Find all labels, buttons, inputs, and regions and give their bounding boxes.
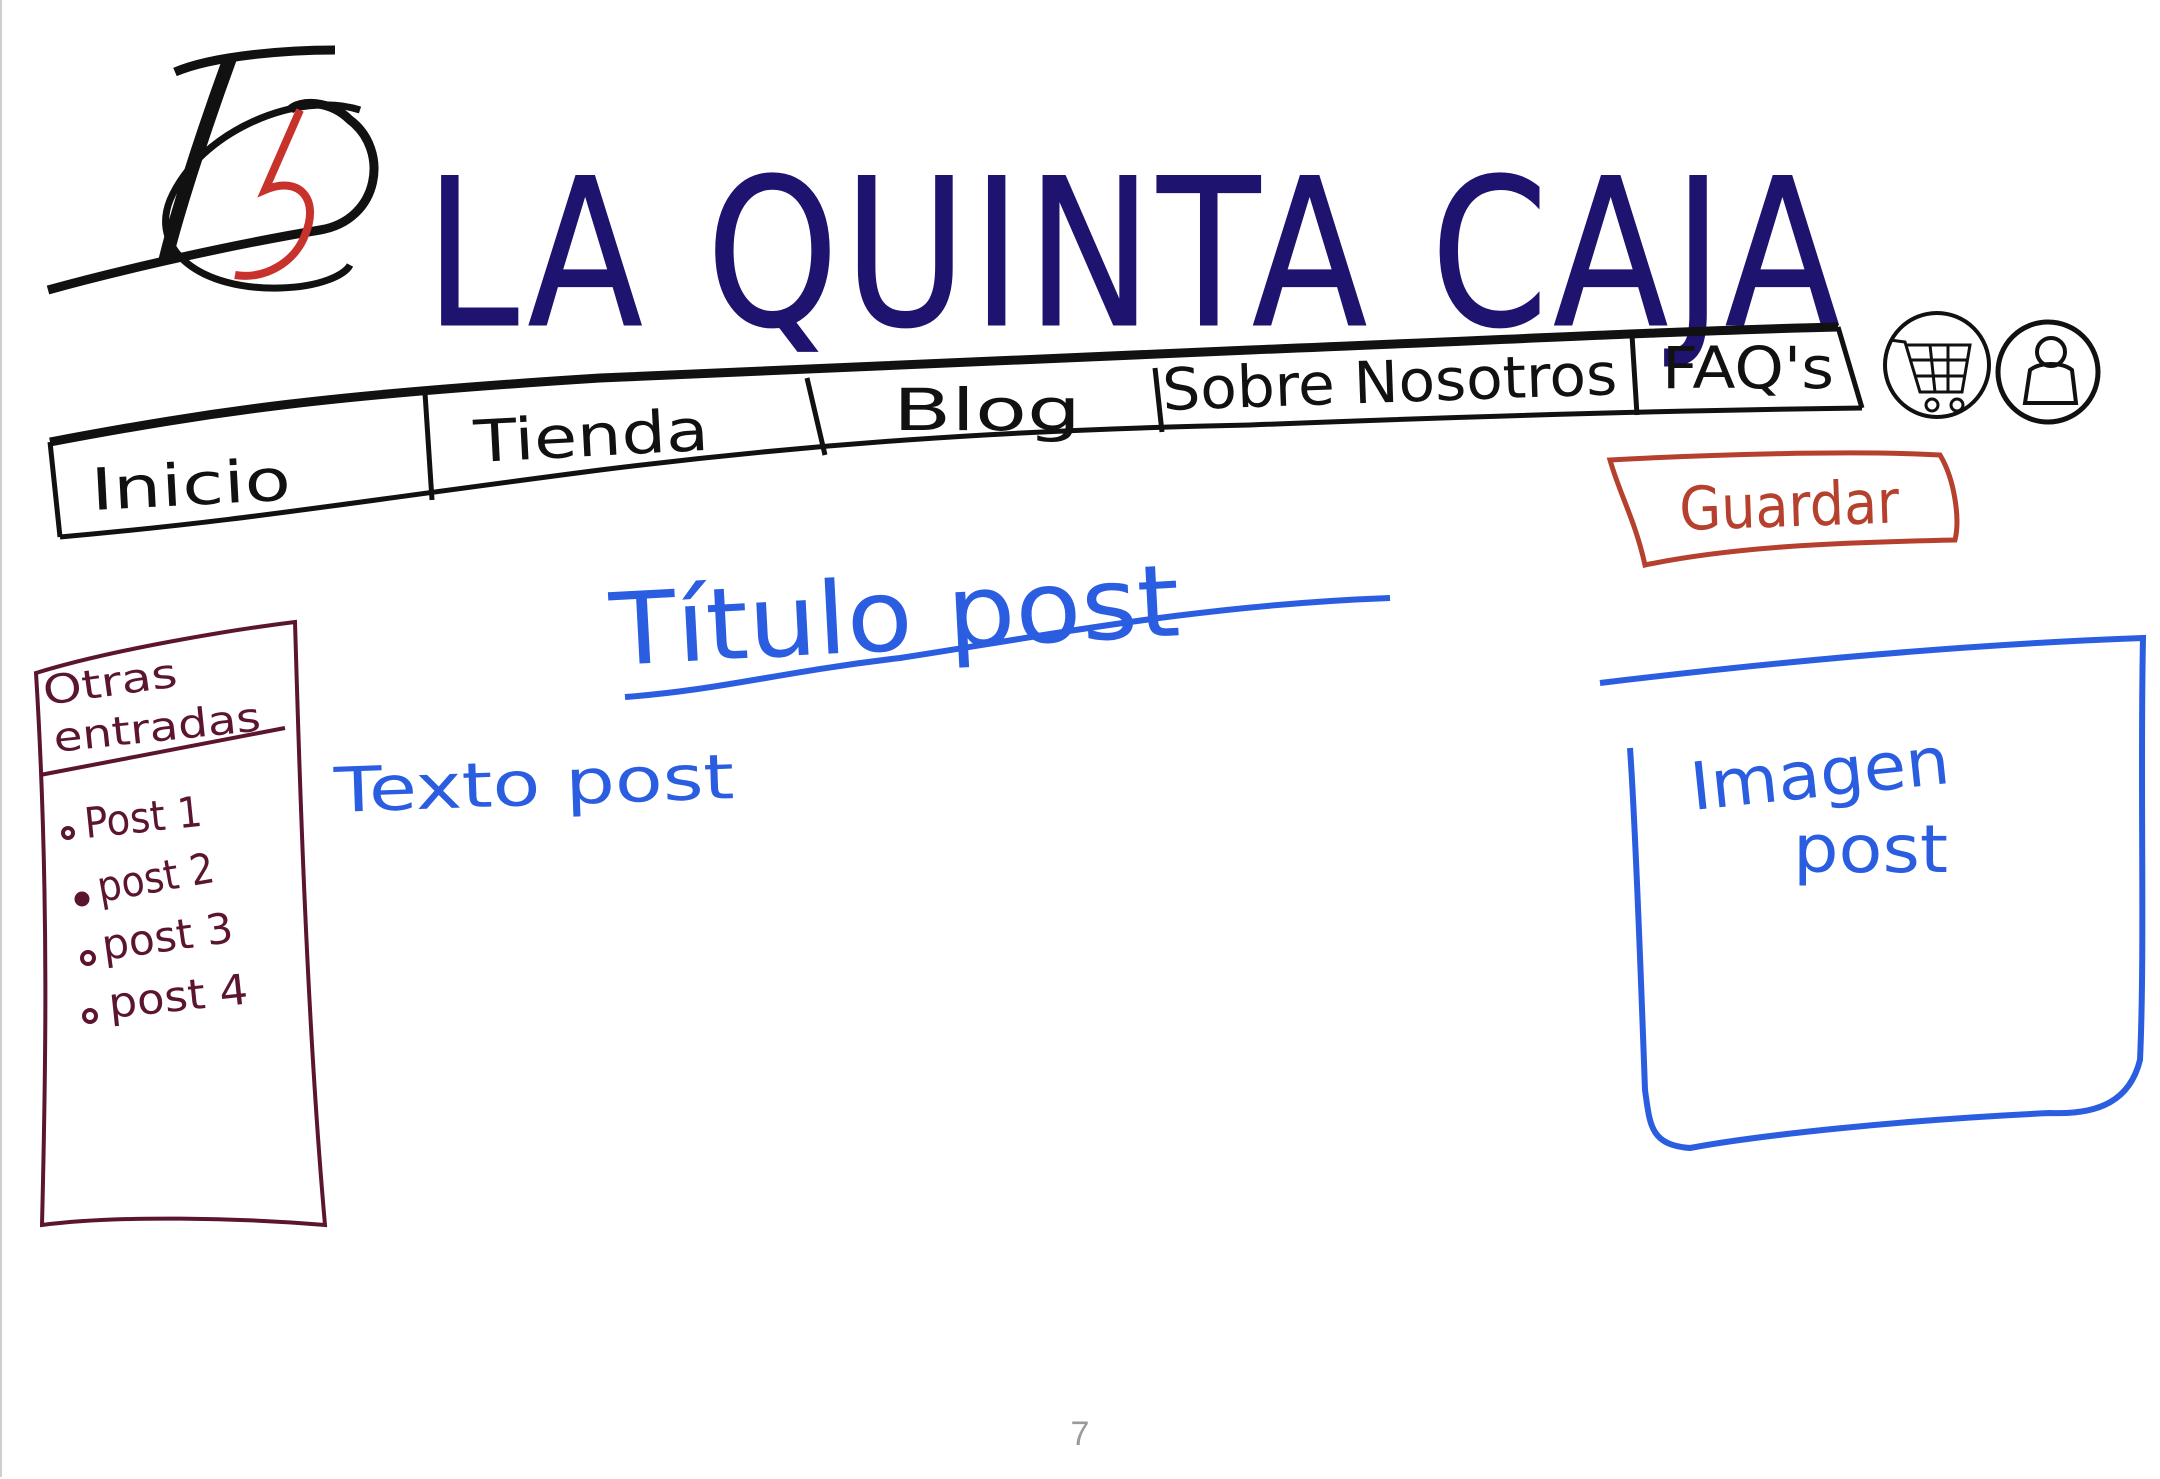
nav-item-inicio[interactable]: Inicio: [89, 446, 292, 524]
save-button-label: Guardar: [1678, 467, 1901, 545]
user-icon[interactable]: [1995, 319, 2101, 425]
nav-item-label: FAQ's: [1662, 334, 1834, 402]
logo-five: [234, 108, 314, 280]
nav-divider: [422, 392, 435, 501]
nav-item-label: Tienda: [471, 396, 710, 476]
sidebar-post-link[interactable]: Post 1: [82, 787, 204, 848]
post-text-area[interactable]: Texto post: [332, 740, 736, 827]
user-icon-body: [2022, 362, 2079, 405]
post-image-placeholder[interactable]: Imagen post: [1599, 634, 2147, 1152]
logo-stroke-c: [162, 101, 362, 292]
nav-item-sobre-nosotros[interactable]: Sobre Nosotros: [1161, 340, 1618, 424]
cart-icon-wheel: [1949, 397, 1965, 413]
post-text: Texto post: [332, 740, 736, 827]
bullet-icon: [61, 826, 75, 840]
page-number: 7: [1071, 1415, 1090, 1453]
nav-item-label: Blog: [893, 376, 1081, 444]
nav-item-blog[interactable]: Blog: [893, 376, 1081, 444]
user-icon-head: [2035, 336, 2067, 368]
sidebar-post-link[interactable]: post 4: [106, 965, 250, 1028]
logo[interactable]: [46, 45, 379, 295]
shopping-cart-icon[interactable]: [1883, 311, 1991, 419]
save-button[interactable]: Guardar: [1606, 450, 1960, 568]
bullet-icon: [74, 891, 90, 907]
bullet-icon: [82, 1008, 98, 1024]
nav-divider: [804, 377, 828, 456]
nav-item-faqs[interactable]: FAQ's: [1662, 334, 1834, 402]
wireframe-canvas: LA QUINTA CAJA Inicio Tienda Blog Sobre …: [33, 45, 2147, 1453]
logo-swash-top: [173, 45, 336, 77]
sidebar-other-posts: Otras entradas Post 1 post 2 post 3 post…: [33, 619, 328, 1228]
sidebar-post-link[interactable]: post 2: [93, 843, 218, 912]
post-title: Título post: [606, 542, 1182, 689]
image-frame: [1599, 634, 2147, 1152]
post-title-field[interactable]: Título post: [606, 542, 1391, 700]
sidebar-post-link[interactable]: post 3: [99, 903, 237, 970]
nav-item-label: Inicio: [89, 446, 292, 524]
image-label: post: [1793, 811, 1948, 888]
cart-icon-wheel: [1924, 397, 1940, 413]
nav-bar-left-edge: [47, 441, 63, 538]
nav-item-tienda[interactable]: Tienda: [471, 396, 710, 476]
bullet-icon: [80, 950, 96, 966]
cart-icon-body: [1889, 338, 1972, 394]
nav-item-label: Sobre Nosotros: [1161, 340, 1618, 424]
